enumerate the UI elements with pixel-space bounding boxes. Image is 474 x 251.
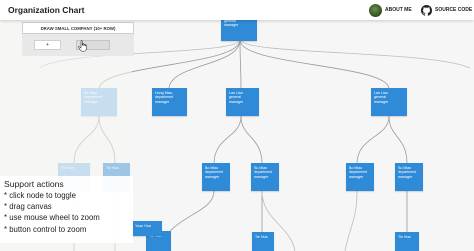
org-node-staff[interactable]: Yuan Hua xyxy=(132,221,162,236)
org-node-staff[interactable]: Bo Miao department manager xyxy=(346,163,374,191)
support-action-item: * click node to toggle xyxy=(4,191,76,200)
org-node-manager[interactable]: Hong Miao department manager xyxy=(152,88,187,116)
app-bar: Organization Chart ABOUT ME SOURCE CODE xyxy=(0,0,474,20)
support-actions-panel: Support actions * click node to toggle *… xyxy=(0,176,133,243)
node-text: manager xyxy=(349,174,364,179)
user-avatar xyxy=(369,3,382,17)
node-text: Yuan Hua xyxy=(135,224,151,228)
node-text: manager xyxy=(374,99,389,104)
node-text: Tie Hua xyxy=(255,235,268,239)
org-node-manager[interactable]: Lan Liao general manager xyxy=(226,88,259,116)
support-action-item: * button control to zoom xyxy=(4,224,87,234)
node-text: manager xyxy=(398,174,413,179)
node-text: manager xyxy=(254,174,269,179)
node-text: manager xyxy=(155,99,170,104)
org-node-manager[interactable]: Lan Liao general manager xyxy=(371,88,407,116)
org-node-staff[interactable]: Tie Hua xyxy=(252,232,274,251)
github-icon xyxy=(421,4,432,16)
support-action-item: * use mouse wheel to zoom xyxy=(4,213,100,223)
node-text: manager xyxy=(229,99,244,104)
org-node-staff[interactable]: Tie Hua xyxy=(395,232,419,251)
app-title: Organization Chart xyxy=(8,5,85,15)
org-node-staff[interactable]: Bo Miao department manager xyxy=(202,163,230,191)
draw-small-company-button[interactable]: DRAW SMALL COMPANY (10+ ROW) xyxy=(22,22,134,34)
source-code-label: SOURCE CODE xyxy=(435,7,473,13)
hand-cursor-icon xyxy=(78,40,87,52)
node-text: Tie Hua xyxy=(398,235,411,239)
source-code-link[interactable]: SOURCE CODE xyxy=(421,3,472,17)
org-node-staff[interactable]: Su Miao department manager xyxy=(395,163,423,191)
zoom-in-button[interactable]: + xyxy=(34,40,61,50)
node-text: manager xyxy=(205,174,220,179)
support-action-item: * drag canvas xyxy=(4,202,52,212)
about-me-link[interactable]: ABOUT ME xyxy=(369,3,412,17)
support-actions-title: Support actions xyxy=(4,179,64,189)
org-node-staff[interactable]: Su Miao department manager xyxy=(251,163,279,191)
about-me-label: ABOUT ME xyxy=(385,7,412,13)
node-text: manager xyxy=(224,23,239,28)
